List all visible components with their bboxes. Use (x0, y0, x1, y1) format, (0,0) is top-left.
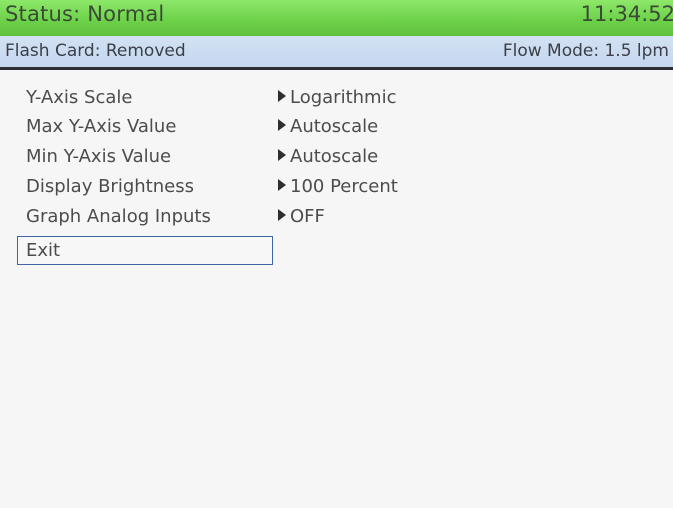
exit-label: Exit (26, 240, 61, 261)
menu-item-value[interactable]: Autoscale (278, 146, 378, 167)
value-text: 100 Percent (290, 176, 398, 197)
menu-item-value[interactable]: OFF (278, 206, 325, 227)
triangle-right-icon (278, 179, 286, 191)
device-screen: Status: Normal 11:34:52 Flash Card: Remo… (0, 0, 673, 508)
triangle-right-icon (278, 149, 286, 161)
menu-item-y-axis-scale[interactable]: Y-Axis Scale Logarithmic (0, 85, 673, 115)
menu-item-value[interactable]: Autoscale (278, 116, 378, 137)
menu-item-label: Display Brightness (26, 176, 194, 197)
menu-item-label: Y-Axis Scale (26, 87, 133, 108)
value-text: Autoscale (290, 116, 379, 137)
value-text: Logarithmic (290, 87, 397, 108)
menu-item-display-brightness[interactable]: Display Brightness 100 Percent (0, 174, 673, 204)
menu-item-graph-analog-inputs[interactable]: Graph Analog Inputs OFF (0, 204, 673, 234)
menu-item-label: Min Y-Axis Value (26, 146, 172, 167)
menu-item-min-y-axis-value[interactable]: Min Y-Axis Value Autoscale (0, 144, 673, 174)
menu-item-value[interactable]: Logarithmic (278, 87, 396, 108)
value-text: OFF (290, 206, 325, 227)
triangle-right-icon (278, 209, 286, 221)
info-bar: Flash Card: Removed Flow Mode: 1.5 lpm (0, 36, 673, 70)
menu-item-value[interactable]: 100 Percent (278, 176, 398, 197)
status-bar: Status: Normal 11:34:52 (0, 0, 673, 36)
menu-item-max-y-axis-value[interactable]: Max Y-Axis Value Autoscale (0, 114, 673, 144)
menu-item-label: Graph Analog Inputs (26, 206, 211, 227)
status-text: Status: Normal (5, 2, 165, 26)
triangle-right-icon (278, 90, 286, 102)
flow-mode-status: Flow Mode: 1.5 lpm (502, 41, 669, 61)
flash-card-status: Flash Card: Removed (5, 41, 186, 61)
clock-time: 11:34:52 (580, 2, 673, 26)
settings-menu: Y-Axis Scale Logarithmic Max Y-Axis Valu… (0, 70, 673, 508)
value-text: Autoscale (290, 146, 379, 167)
menu-item-label: Max Y-Axis Value (26, 116, 177, 137)
exit-button[interactable]: Exit (17, 236, 273, 265)
triangle-right-icon (278, 119, 286, 131)
